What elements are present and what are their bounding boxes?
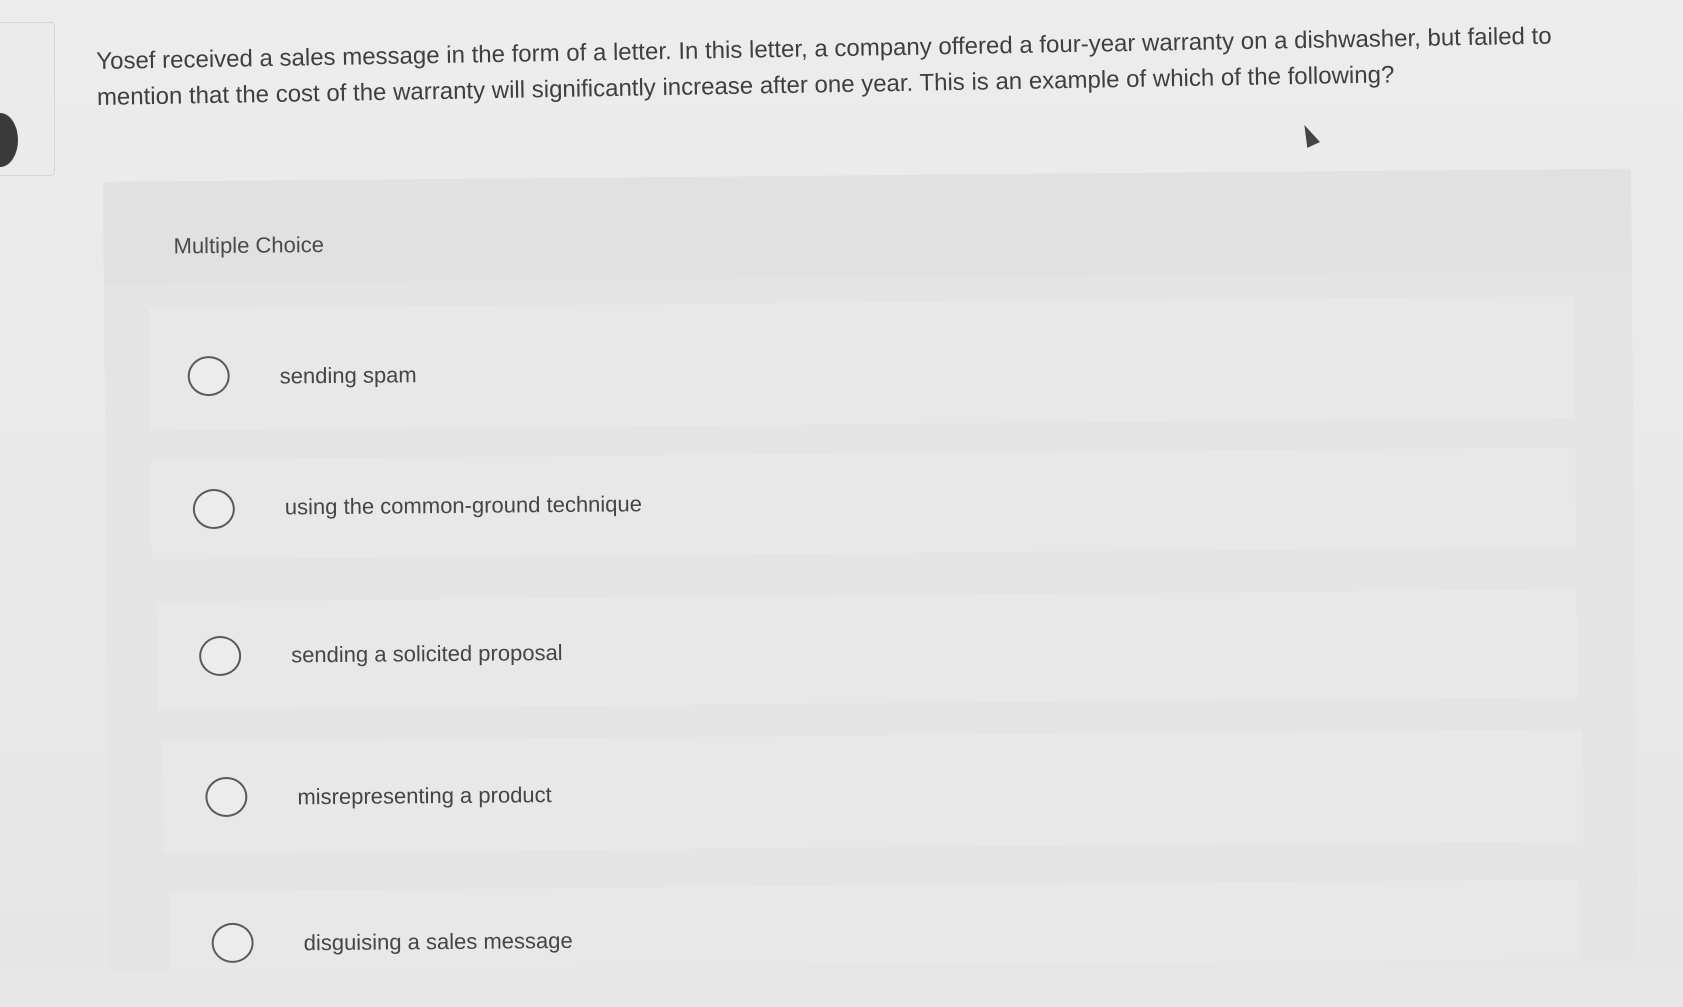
radio-button[interactable]: [187, 355, 230, 397]
question-text: Yosef received a sales message in the fo…: [96, 22, 1552, 111]
answer-option[interactable]: misrepresenting a product: [162, 729, 1584, 854]
answer-option-label: sending a solicited proposal: [291, 640, 563, 668]
answer-option-label: sending spam: [279, 362, 417, 389]
answer-option[interactable]: sending a solicited proposal: [156, 589, 1578, 710]
radio-button[interactable]: [192, 488, 236, 530]
answer-option[interactable]: using the common-ground technique: [150, 447, 1577, 560]
answer-option-label: using the common-ground technique: [284, 491, 643, 520]
side-indicator-icon: [0, 113, 18, 167]
radio-button[interactable]: [211, 922, 254, 964]
multiple-choice-header: Multiple Choice: [103, 168, 1632, 284]
answer-option-label: disguising a sales message: [303, 927, 573, 956]
answer-option-label: misrepresenting a product: [297, 782, 552, 810]
multiple-choice-label: Multiple Choice: [173, 232, 325, 259]
left-side-panel: [0, 22, 55, 176]
bottom-edge: [0, 972, 1683, 1007]
radio-button[interactable]: [205, 776, 248, 818]
quiz-page: Yosef received a sales message in the fo…: [0, 0, 1683, 1007]
mouse-pointer-icon: [1298, 122, 1320, 148]
answer-option[interactable]: disguising a sales message: [169, 879, 1580, 972]
radio-button[interactable]: [198, 635, 242, 677]
multiple-choice-panel: Multiple Choice sending spam using the c…: [103, 168, 1638, 972]
answer-option[interactable]: sending spam: [149, 296, 1576, 431]
